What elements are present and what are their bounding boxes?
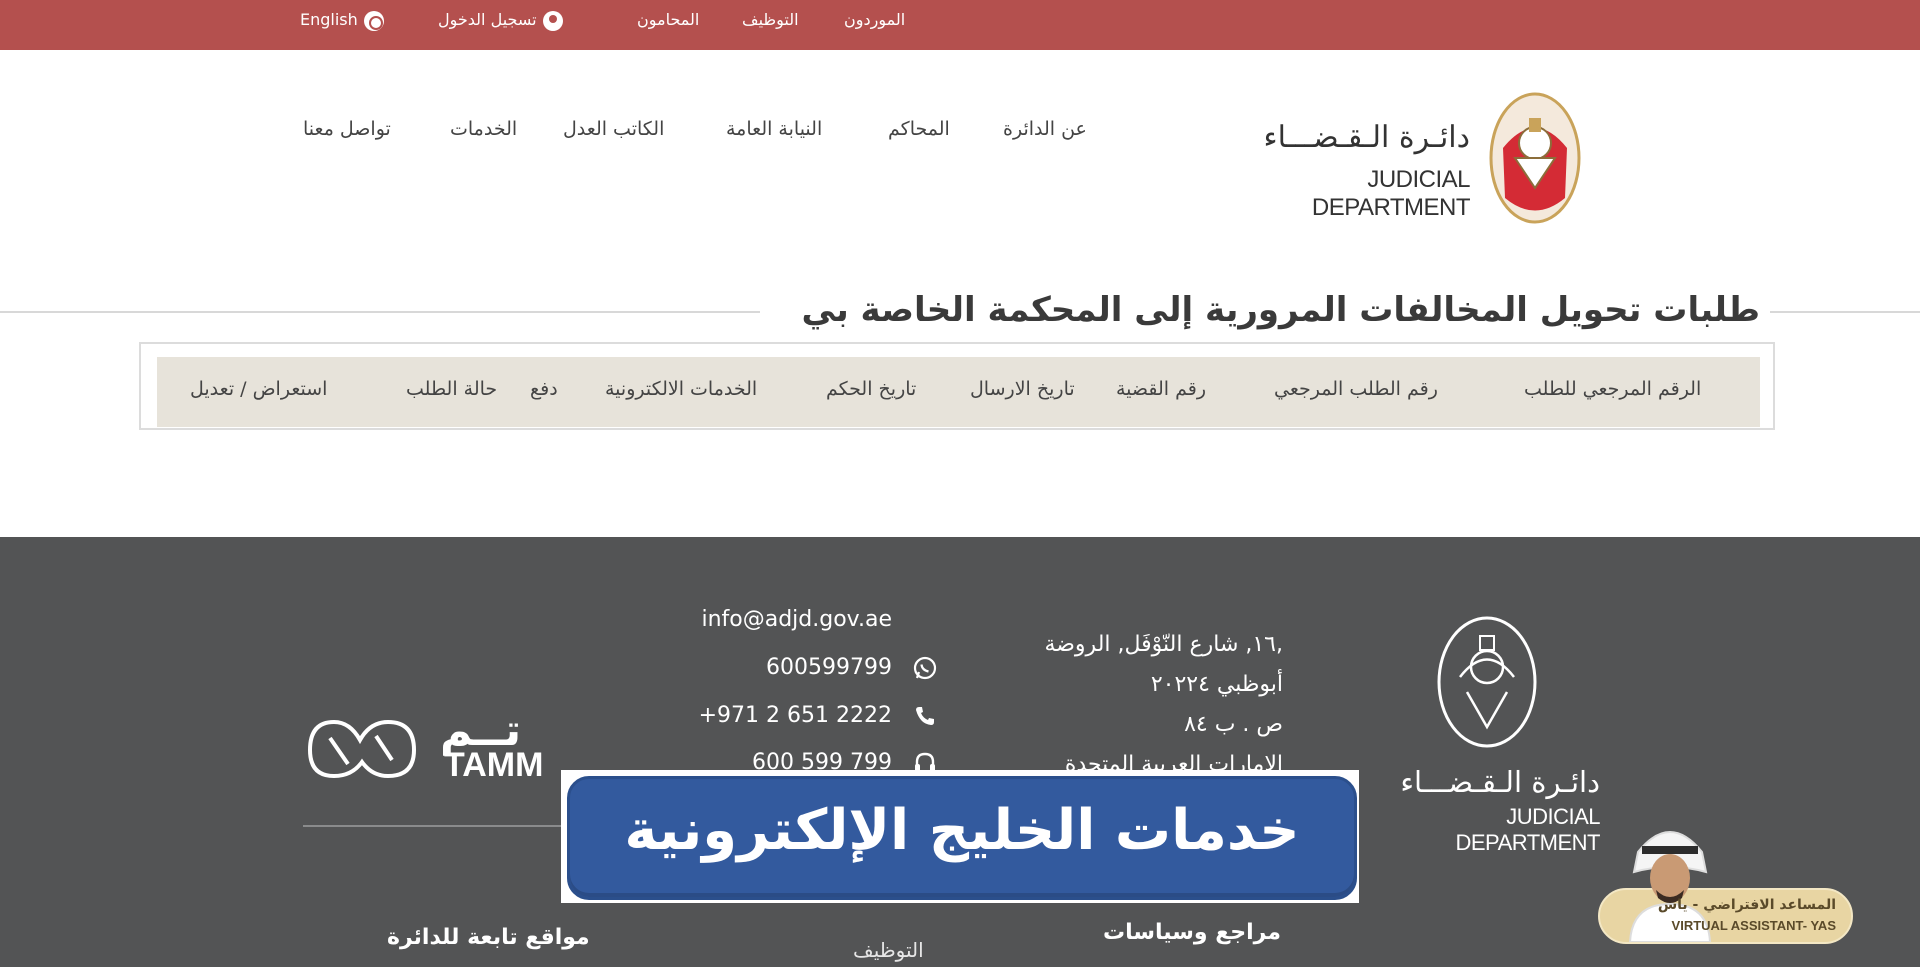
lawyers-link[interactable]: المحامون: [637, 8, 699, 32]
logo-text-english: JUDICIAL DEPARTMENT: [1311, 166, 1471, 221]
footer-phone[interactable]: +971 2 651 2222: [632, 703, 892, 728]
col-view-edit: استعراض / تعديل: [190, 378, 328, 400]
login-link[interactable]: تسجيل الدخول: [438, 8, 569, 32]
footer-emblem-icon: [1437, 616, 1537, 748]
footer-logo-arabic: دائـرة الـقـضـــاء: [1400, 765, 1600, 799]
footer-whatsapp[interactable]: 600599799: [632, 655, 892, 680]
address-line-3: ص . ب ٨٤: [1184, 712, 1283, 737]
page-title: طلبات تحويل المخالفات المرورية إلى المحك…: [801, 290, 1760, 330]
footer-email[interactable]: info@adjd.gov.ae: [632, 607, 892, 632]
col-request-ref-number: رقم الطلب المرجعي: [1274, 378, 1438, 400]
virtual-assistant-label-en: VIRTUAL ASSISTANT- YAS: [1671, 918, 1836, 933]
virtual-assistant-label-ar: المساعد الافتراضي - ياس: [1657, 897, 1836, 913]
login-label: تسجيل الدخول: [438, 10, 537, 29]
whatsapp-icon: [912, 655, 938, 681]
address-line-2: أبوظبي ٢٠٢٢٤: [1150, 672, 1283, 697]
col-e-services: الخدمات الالكترونية: [605, 378, 758, 400]
falcon-emblem-icon: [1489, 92, 1581, 224]
nav-prosecution[interactable]: النيابة العامة: [726, 118, 822, 146]
nav-services[interactable]: الخدمات: [450, 118, 517, 146]
col-ref-number: الرقم المرجعي للطلب: [1524, 378, 1702, 400]
careers-link[interactable]: التوظيف: [742, 8, 799, 32]
phone-icon: [912, 703, 938, 729]
title-divider-left: [0, 311, 760, 313]
footer-link-careers[interactable]: التوظيف: [853, 938, 924, 962]
col-payment: دفع: [530, 378, 558, 400]
language-label: English: [300, 10, 358, 29]
footer-heading-affiliates: مواقع تابعة للدائرة: [387, 925, 590, 950]
user-icon: [542, 10, 563, 31]
logo-text-arabic: دائـرة الـقـضـــاء: [1263, 120, 1470, 155]
tamm-english: TAMM: [444, 746, 544, 784]
suppliers-link[interactable]: الموردون: [844, 8, 905, 32]
title-divider-right: [1770, 311, 1920, 313]
globe-icon: [363, 10, 384, 31]
col-send-date: تاريخ الارسال: [970, 378, 1075, 400]
footer-divider: [303, 825, 570, 827]
col-judgment-date: تاريخ الحكم: [826, 378, 917, 400]
nav-contact[interactable]: تواصل معنا: [303, 118, 391, 146]
col-case-number: رقم القضية: [1116, 378, 1207, 400]
nav-notary[interactable]: الكاتب العدل: [563, 118, 664, 146]
col-status: حالة الطلب: [406, 378, 498, 400]
tamm-logo-icon[interactable]: [302, 710, 422, 784]
table-header-row: [157, 357, 1760, 427]
banner-text: خدمات الخليج الإلكترونية: [624, 798, 1300, 863]
top-bar: English تسجيل الدخول المحامون التوظيف ال…: [0, 0, 1920, 50]
nav-about[interactable]: عن الدائرة: [1003, 118, 1087, 146]
nav-courts[interactable]: المحاكم: [888, 118, 950, 146]
language-switch[interactable]: English: [300, 8, 390, 32]
footer-logo-english: JUDICIAL DEPARTMENT: [1455, 804, 1600, 855]
address-line-1: ١٦, شارع النّوْفَل, الروضة,: [1044, 632, 1283, 657]
footer-heading-policies: مراجع وسياسات: [1103, 920, 1281, 945]
